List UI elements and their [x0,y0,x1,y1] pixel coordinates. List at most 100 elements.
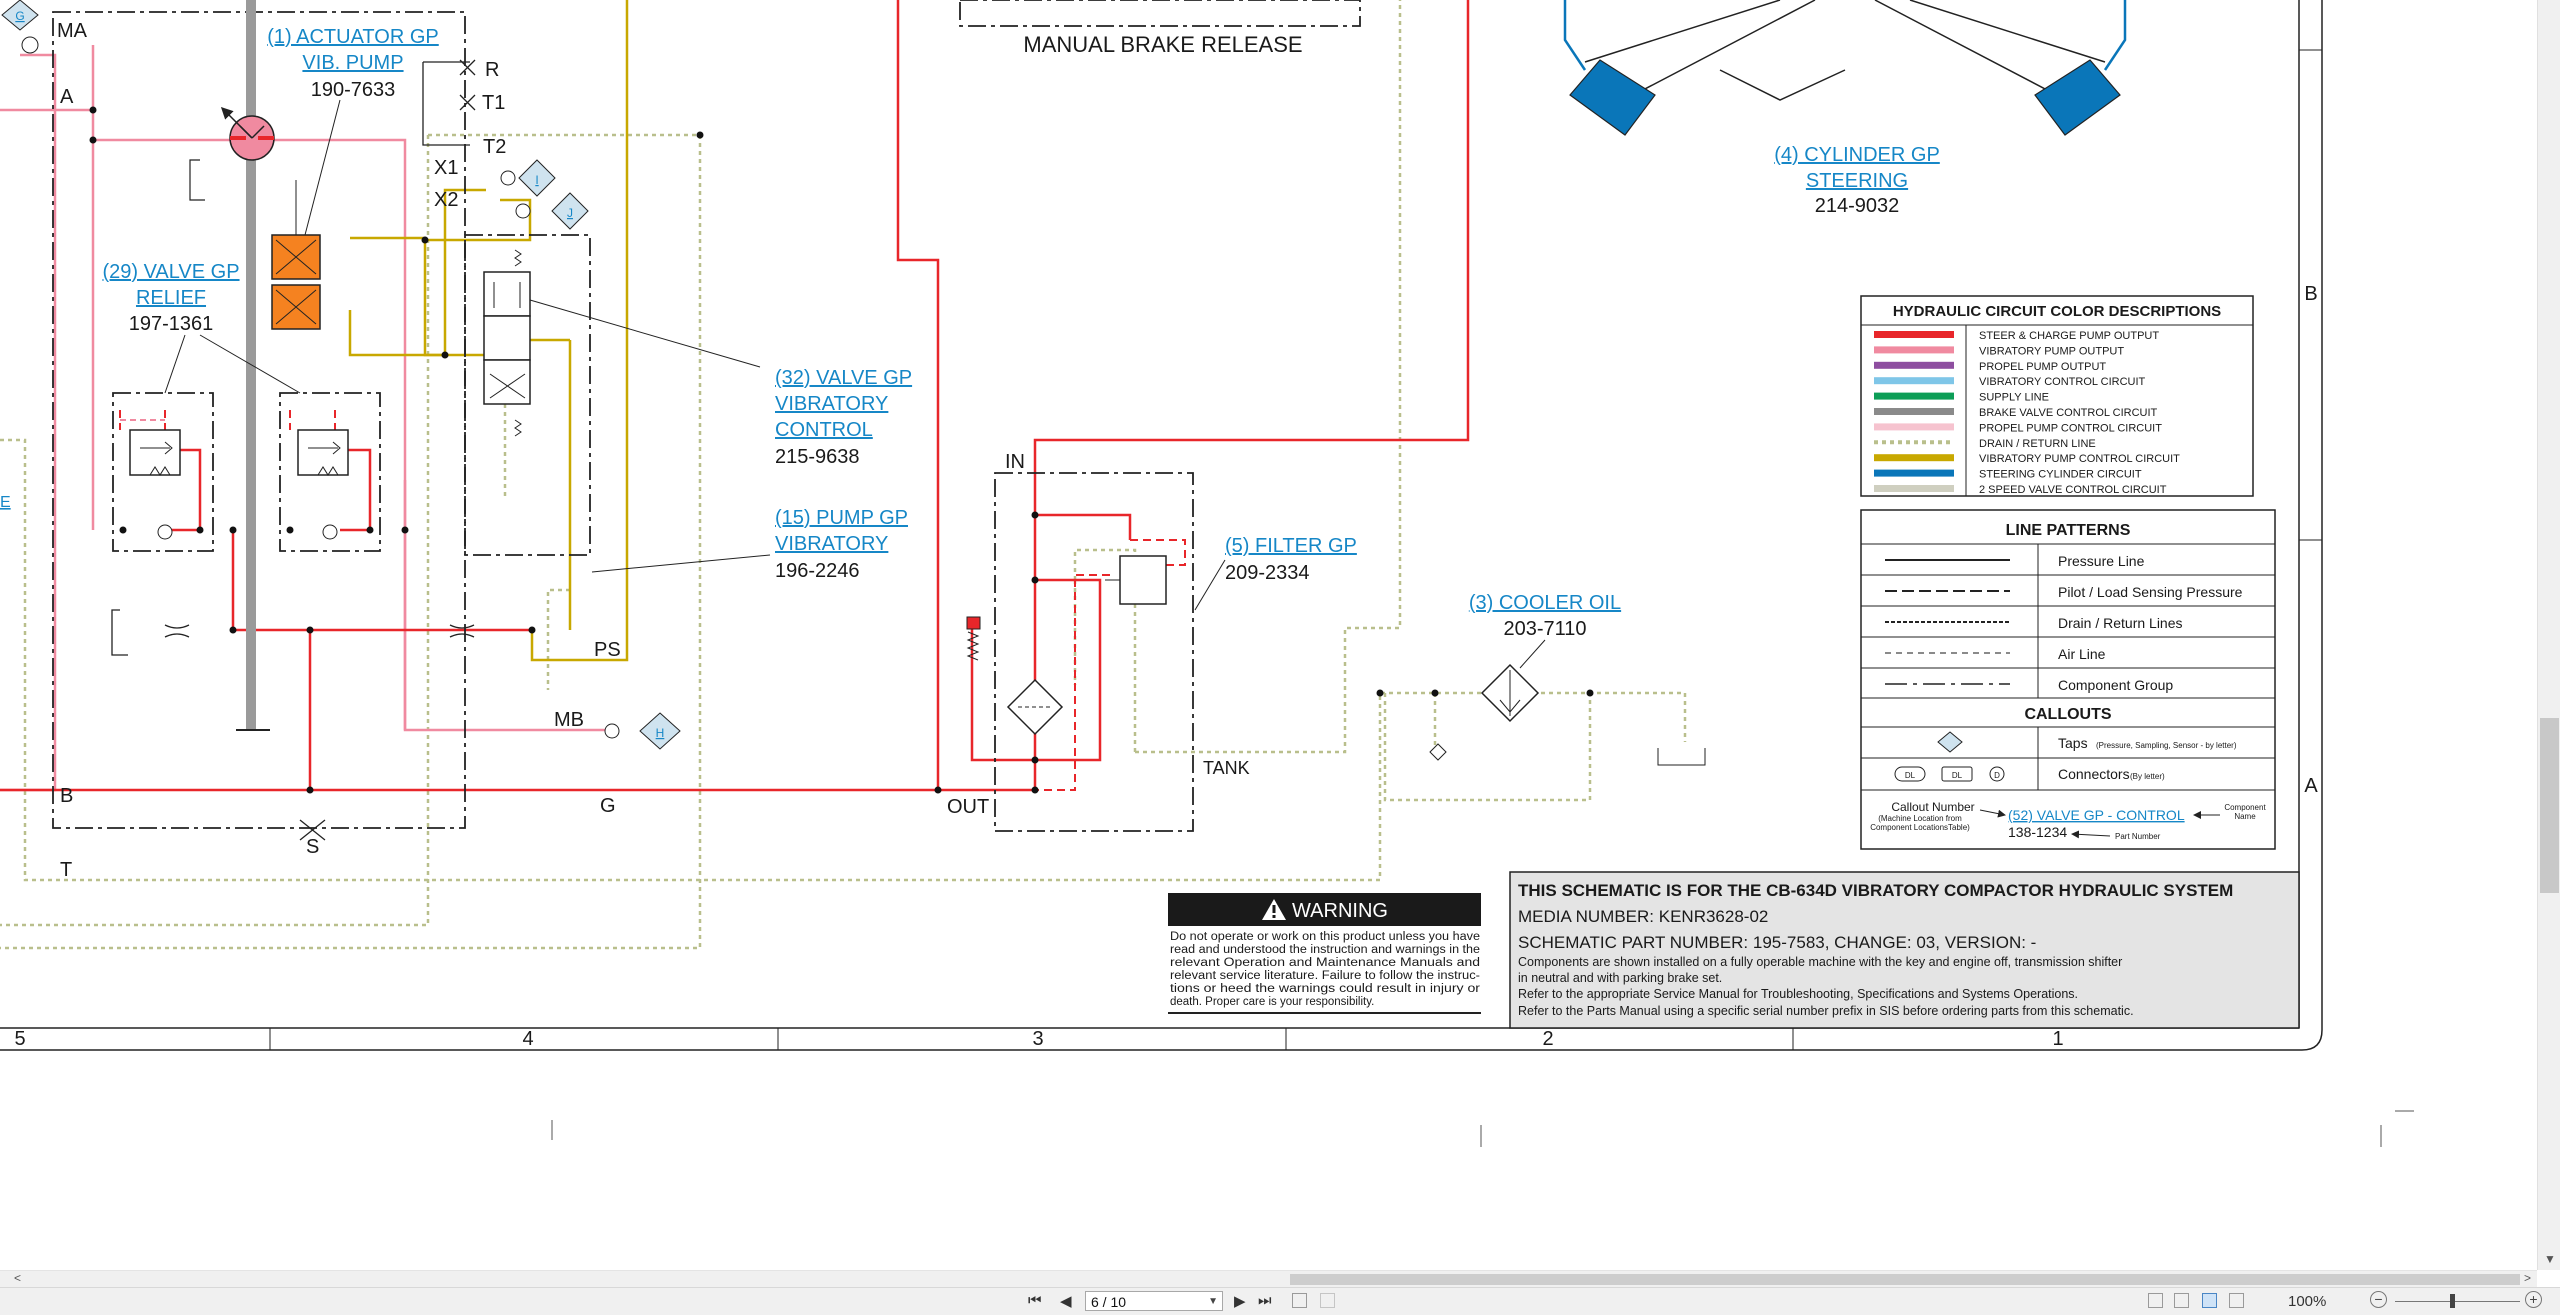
legend-label: VIBRATORY PUMP CONTROL CIRCUIT [1979,453,2180,465]
callout-name: Name [2234,812,2256,821]
pattern-drain: Drain / Return Lines [2058,615,2183,631]
last-page-icon[interactable]: ⏭ [1258,1292,1272,1309]
callout-example-link[interactable]: (52) VALVE GP - CONTROL [2008,807,2185,823]
legend-swatch [1874,331,1954,338]
port-mb: MB [554,709,584,731]
actuator-solenoids [271,180,321,330]
tap-h [604,712,681,750]
grid-col-2: 2 [1542,1028,1553,1050]
actuator-part-number: 190-7633 [311,79,396,101]
connector-dl-square: DL [1952,771,1963,780]
page-number-input[interactable]: 6 / 10 ▼ [1085,1291,1223,1311]
cylinder-callout-l2[interactable]: STEERING [1806,170,1908,192]
cooler-callout[interactable]: (3) COOLER OIL [1469,592,1621,614]
steering-cylinder-symbol [1563,0,2127,136]
steer-charge-lines [0,0,1470,792]
next-page-icon[interactable]: ▶ [1234,1292,1246,1310]
color-legend-title: HYDRAULIC CIRCUIT COLOR DESCRIPTIONS [1893,303,2221,320]
title-block-note-2: in neutral and with parking brake set. [1518,971,1722,985]
first-page-icon[interactable]: ⏮ [1028,1292,1042,1309]
title-block-title: THIS SCHEMATIC IS FOR THE CB-634D VIBRAT… [1518,881,2233,900]
single-page-view-icon[interactable] [2148,1293,2163,1308]
pump-callout-l2[interactable]: VIBRATORY [775,533,888,555]
legend-swatch [1874,392,1954,400]
cooler-part-number: 203-7110 [1503,618,1586,640]
rotate-page-icon[interactable] [1292,1293,1307,1308]
grid-col-3: 3 [1032,1028,1043,1050]
tap-g-label[interactable]: G [15,9,24,23]
tap-i-label[interactable]: I [535,173,538,187]
pump-shaft [236,0,270,731]
callout-component: Component [2224,803,2266,812]
legend-swatch [1874,361,1954,369]
vib-control-callout-l3[interactable]: CONTROL [775,419,873,441]
viewer-status-bar: ⏮ ◀ 6 / 10 ▼ ▶ ⏭ 100% − + [0,1287,2560,1315]
legend-swatch [1874,408,1954,415]
zoom-in-button[interactable]: + [2525,1291,2542,1308]
grid-row-a: A [2304,775,2318,797]
document-viewport[interactable]: 5 4 3 2 1 B A G I J H MA A R T1 T2 X1 X2… [0,0,2537,1270]
relief-callout-l2[interactable]: RELIEF [136,287,206,309]
scroll-left-icon[interactable]: < [14,1271,21,1285]
legend-swatch [1874,485,1954,492]
legend-label: SUPPLY LINE [1979,392,2049,404]
title-block-part: SCHEMATIC PART NUMBER: 195-7583, CHANGE:… [1518,933,2036,952]
zoom-slider-handle[interactable] [2450,1294,2455,1308]
rotate-page-alt-icon[interactable] [1320,1293,1335,1308]
two-page-continuous-view-icon[interactable] [2229,1293,2244,1308]
vib-control-callout-l1[interactable]: (32) VALVE GP [775,367,912,389]
grid-col-4: 4 [522,1028,533,1050]
chevron-down-icon: ▼ [1208,1296,1218,1307]
callouts-taps-note: (Pressure, Sampling, Sensor - by letter) [2096,741,2237,750]
legend-label: VIBRATORY PUMP OUTPUT [1979,345,2124,357]
port-ma: MA [57,20,88,42]
port-b: B [60,785,73,807]
scroll-right-icon[interactable]: > [2524,1271,2531,1285]
filter-callout[interactable]: (5) FILTER GP [1225,535,1357,557]
tap-h-label[interactable]: H [656,726,665,740]
connector-d: D [1994,771,2000,780]
scroll-down-icon[interactable]: ▼ [2544,1252,2556,1266]
vertical-scrollbar[interactable]: ▼ [2537,0,2560,1270]
continuous-view-icon[interactable] [2174,1293,2189,1308]
warning-line-1: Do not operate or work on this product u… [1170,931,1480,943]
callouts-connectors: Connectors [2058,766,2130,782]
port-a: A [60,86,74,108]
callouts-taps: Taps [2058,735,2088,751]
horizontal-scroll-thumb[interactable] [1290,1274,2520,1285]
title-block-media: MEDIA NUMBER: KENR3628-02 [1518,907,1768,926]
warning-line-2: read and understood the instruction and … [1170,944,1480,956]
zoom-slider-track[interactable] [2395,1301,2520,1302]
port-tank: TANK [1203,758,1250,778]
horizontal-scrollbar[interactable]: < > [0,1270,2537,1288]
cylinder-callout-l1[interactable]: (4) CYLINDER GP [1774,144,1940,166]
port-t2: T2 [483,136,506,158]
pattern-component-group: Component Group [2058,677,2173,693]
relief-valve-left [129,429,181,540]
relief-valve-right [297,429,349,540]
relief-callout-l1[interactable]: (29) VALVE GP [102,261,239,283]
two-page-view-icon[interactable] [2202,1293,2217,1308]
line-patterns-title: LINE PATTERNS [2006,522,2131,539]
port-t1: T1 [482,92,505,114]
offpage-link-e[interactable]: E [0,494,11,511]
grid-col-5: 5 [14,1028,25,1050]
vertical-scroll-thumb[interactable] [2540,718,2559,893]
port-g: G [600,795,616,817]
pump-callout-l1[interactable]: (15) PUMP GP [775,507,908,529]
legend-swatch [1874,423,1954,431]
vib-control-callout-l2[interactable]: VIBRATORY [775,393,888,415]
actuator-callout-l1[interactable]: (1) ACTUATOR GP [267,26,439,48]
tap-i [500,159,556,197]
previous-page-icon[interactable]: ◀ [1060,1292,1072,1310]
tap-j-label[interactable]: J [567,206,573,220]
zoom-level[interactable]: 100% [2288,1293,2326,1310]
actuator-callout-l2[interactable]: VIB. PUMP [302,52,403,74]
zoom-out-button[interactable]: − [2370,1291,2387,1308]
legend-swatch [1874,377,1954,385]
filter-symbol [966,555,1226,736]
pattern-air: Air Line [2058,646,2106,662]
legend-label: STEER & CHARGE PUMP OUTPUT [1979,330,2159,342]
legend-label: 2 SPEED VALVE CONTROL CIRCUIT [1979,484,2167,496]
callout-number-label: Callout Number [1891,800,1974,814]
